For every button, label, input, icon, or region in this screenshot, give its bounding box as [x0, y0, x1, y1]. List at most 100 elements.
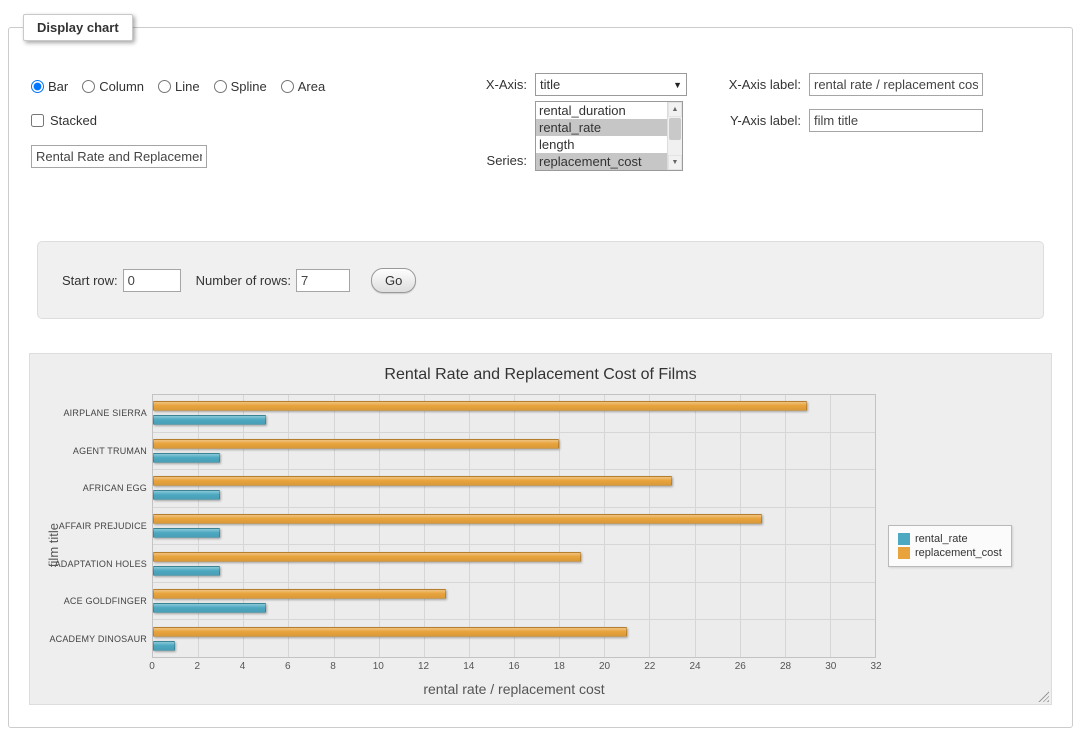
plot-rows: [153, 395, 875, 657]
bar-rental_rate[interactable]: [153, 415, 266, 425]
scroll-up-button[interactable]: ▲: [668, 102, 682, 117]
x-tick-label: 12: [418, 661, 429, 672]
x-tick-label: 30: [825, 661, 836, 672]
x-tick-label: 4: [240, 661, 246, 672]
bar-rental_rate[interactable]: [153, 528, 220, 538]
display-chart-fieldset: Display chart Bar Column Line Spline Area St…: [8, 14, 1073, 728]
page: Display chart Bar Column Line Spline Area St…: [0, 0, 1081, 734]
series-option-rental_duration[interactable]: rental_duration: [536, 102, 667, 119]
x-axis-select-value: title: [540, 77, 560, 92]
chart-type-option-line[interactable]: Line: [158, 79, 200, 94]
bar-replacement_cost[interactable]: [153, 476, 672, 486]
x-tick-label: 24: [689, 661, 700, 672]
x-tick-label: 18: [554, 661, 565, 672]
bar-replacement_cost[interactable]: [153, 552, 581, 562]
chart-body: film title AIRPLANE SIERRAAGENT TRUMANAF…: [30, 394, 1051, 697]
series-option-length[interactable]: length: [536, 136, 667, 153]
series-options: rental_durationrental_ratelengthreplacem…: [536, 102, 667, 170]
x-tick-label: 0: [149, 661, 155, 672]
controls-middle-column: X-Axis: title ▼ Series: rental_durationr…: [441, 73, 687, 176]
x-tick-label: 32: [870, 661, 881, 672]
bar-rental_rate[interactable]: [153, 453, 220, 463]
chart-controls: Bar Column Line Spline Area Stacked X-Axis: …: [9, 71, 1072, 213]
start-row-input[interactable]: [123, 269, 181, 292]
listbox-scrollbar[interactable]: ▲ ▼: [667, 102, 682, 170]
series-row: Series: rental_durationrental_ratelength…: [441, 101, 687, 171]
bar-rental_rate[interactable]: [153, 641, 175, 651]
panel-legend-text: Display chart: [37, 20, 119, 35]
category-row: [153, 508, 875, 546]
controls-right-column: X-Axis label: Y-Axis label:: [713, 73, 983, 145]
stacked-checkbox[interactable]: [31, 114, 44, 127]
chart-type-radio-label: Area: [298, 79, 325, 94]
chart-type-radio-label: Bar: [48, 79, 68, 94]
num-rows-input[interactable]: [296, 269, 350, 292]
category-label: ACE GOLDFINGER: [66, 583, 152, 621]
series-option-rental_rate[interactable]: rental_rate: [536, 119, 667, 136]
chart-type-option-bar[interactable]: Bar: [31, 79, 68, 94]
chevron-down-icon: ▼: [673, 80, 682, 90]
y-axis-label-field-label: Y-Axis label:: [713, 109, 801, 132]
scrollbar-thumb[interactable]: [669, 118, 681, 140]
bar-replacement_cost[interactable]: [153, 627, 627, 637]
bar-replacement_cost[interactable]: [153, 514, 762, 524]
scroll-down-button[interactable]: ▼: [668, 155, 682, 170]
series-option-replacement_cost[interactable]: replacement_cost: [536, 153, 667, 170]
chart-type-radio-label: Line: [175, 79, 200, 94]
legend-item-rental_rate[interactable]: rental_rate: [898, 533, 1002, 545]
chart-type-radio-bar[interactable]: [31, 80, 44, 93]
x-axis-label-input[interactable]: [809, 73, 983, 96]
category-label: ADAPTATION HOLES: [66, 545, 152, 583]
chart-type-option-column[interactable]: Column: [82, 79, 144, 94]
bar-rental_rate[interactable]: [153, 490, 220, 500]
category-label: AGENT TRUMAN: [66, 432, 152, 470]
chart-type-option-spline[interactable]: Spline: [214, 79, 267, 94]
stacked-option[interactable]: Stacked: [31, 113, 325, 128]
go-button[interactable]: Go: [371, 268, 416, 293]
controls-left-column: Bar Column Line Spline Area Stacked: [31, 79, 325, 168]
category-label: AFRICAN EGG: [66, 469, 152, 507]
series-listbox[interactable]: rental_durationrental_ratelengthreplacem…: [535, 101, 683, 171]
x-axis-select[interactable]: title ▼: [535, 73, 687, 96]
legend-label: replacement_cost: [915, 547, 1002, 559]
category-row: [153, 545, 875, 583]
category-row: [153, 470, 875, 508]
category-row: [153, 583, 875, 621]
legend-swatch: [898, 533, 910, 545]
bar-replacement_cost[interactable]: [153, 589, 446, 599]
chart-type-radio-column[interactable]: [82, 80, 95, 93]
category-row: [153, 433, 875, 471]
legend-item-replacement_cost[interactable]: replacement_cost: [898, 547, 1002, 559]
x-tick-label: 10: [373, 661, 384, 672]
category-label: AFFAIR PREJUDICE: [66, 507, 152, 545]
chart-type-option-area[interactable]: Area: [281, 79, 325, 94]
legend-label: rental_rate: [915, 533, 968, 545]
chart-type-radio-spline[interactable]: [214, 80, 227, 93]
x-tick-label: 6: [285, 661, 291, 672]
y-axis-title: film title: [40, 394, 66, 697]
plot-column: 02468101214161820222426283032 rental rat…: [152, 394, 876, 697]
y-axis-label-row: Y-Axis label:: [713, 109, 983, 132]
x-axis-label: X-Axis:: [441, 73, 527, 96]
bar-rental_rate[interactable]: [153, 603, 266, 613]
y-axis-label-input[interactable]: [809, 109, 983, 132]
legend-column: rental_rate replacement_cost: [876, 394, 1051, 697]
chart-type-radio-area[interactable]: [281, 80, 294, 93]
scrollbar-track[interactable]: [668, 117, 682, 155]
x-axis-row: X-Axis: title ▼: [441, 73, 687, 96]
bar-replacement_cost[interactable]: [153, 401, 807, 411]
x-tick-label: 20: [599, 661, 610, 672]
x-axis-label-field-label: X-Axis label:: [713, 73, 801, 96]
chart-type-radio-label: Column: [99, 79, 144, 94]
chart-type-radio-group: Bar Column Line Spline Area: [31, 79, 325, 94]
x-tick-label: 2: [194, 661, 200, 672]
num-rows-label: Number of rows:: [196, 273, 291, 288]
category-axis-labels: AIRPLANE SIERRAAGENT TRUMANAFRICAN EGGAF…: [66, 394, 152, 658]
start-row-label: Start row:: [62, 273, 118, 288]
bar-replacement_cost[interactable]: [153, 439, 559, 449]
x-axis-title: rental rate / replacement cost: [152, 681, 876, 697]
bar-rental_rate[interactable]: [153, 566, 220, 576]
chart-title-input[interactable]: [31, 145, 207, 168]
chart-type-radio-line[interactable]: [158, 80, 171, 93]
scroll-down-icon: ▼: [672, 159, 679, 166]
